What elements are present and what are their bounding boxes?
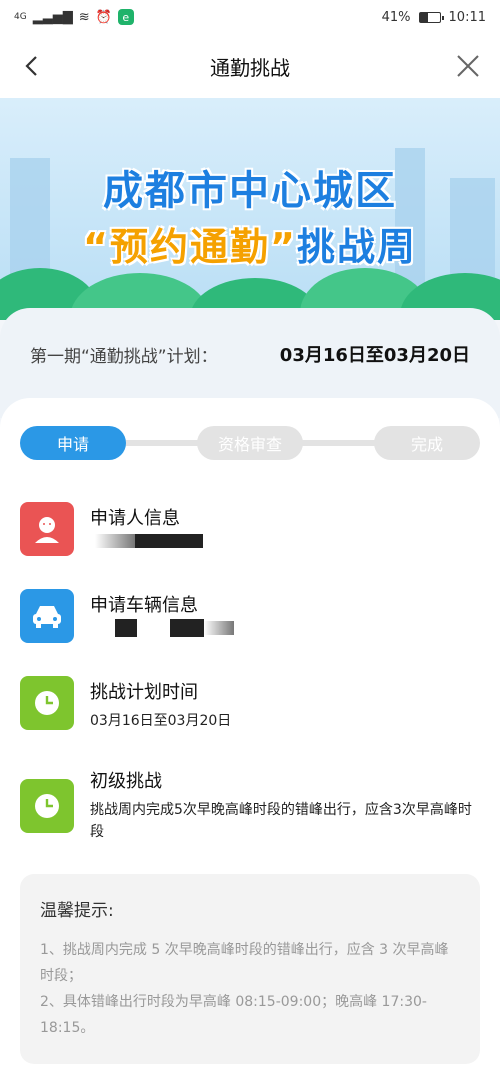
item-title: 申请人信息: [90, 508, 180, 529]
battery-percent: 41%: [381, 9, 411, 25]
banner-title-line2: “预约通勤”挑战周: [0, 216, 500, 271]
chevron-left-icon: [25, 56, 37, 76]
alarm-icon: ⏰: [95, 9, 112, 25]
banner-title-highlight: “预约通勤”: [83, 225, 297, 269]
redacted-text: [170, 619, 204, 637]
challenge-banner: 成都市中心城区 “预约通勤”挑战周: [0, 98, 500, 320]
clock-icon: [35, 794, 59, 818]
tips-title: 温馨提示:: [40, 901, 114, 921]
car-icon-tile: [20, 589, 74, 643]
clock-icon: [35, 691, 59, 715]
clock-time: 10:11: [448, 9, 486, 25]
tip-line: 1、挑战周内完成 5 次早晚高峰时段的错峰出行，应含 3 次早高峰时段；: [40, 942, 449, 984]
tip-line: 2、具体错峰出行时段为早高峰 08:15-09:00；晚高峰 17:30-18:…: [40, 994, 427, 1036]
redacted-text: [204, 621, 234, 635]
status-right: 41% 10:11: [382, 10, 486, 25]
step-apply: 申请: [20, 426, 126, 460]
step-complete: 完成: [374, 426, 480, 460]
item-title: 初级挑战: [90, 771, 162, 792]
battery-icon: [418, 11, 444, 23]
app-badge-icon: e: [117, 9, 134, 25]
banner-title-rest: 挑战周: [296, 225, 417, 269]
list-item-vehicle-info[interactable]: 申请车辆信息: [20, 589, 480, 659]
list-item-applicant-info[interactable]: 申请人信息: [20, 502, 480, 572]
person-icon-tile: [20, 502, 74, 556]
close-button[interactable]: [450, 48, 486, 84]
item-title: 挑战计划时间: [90, 682, 198, 703]
page-title: 通勤挑战: [210, 55, 290, 80]
close-icon: [457, 55, 479, 77]
plan-label: 第一期“通勤挑战”计划：: [30, 347, 218, 367]
tips-box: 温馨提示: 1、挑战周内完成 5 次早晚高峰时段的错峰出行，应含 3 次早高峰时…: [20, 874, 480, 1064]
plan-date-range: 03月16日至03月20日: [279, 345, 470, 366]
car-icon: [33, 606, 61, 628]
status-left: 4G ▂▃▅▇ ≋ ⏰ e: [14, 9, 134, 25]
item-subtitle: 挑战周内完成5次早晚高峰时段的错峰出行，应含3次早高峰时段: [90, 802, 472, 840]
list-item-plan-time[interactable]: 挑战计划时间 03月16日至03月20日: [20, 676, 480, 746]
redacted-text: [135, 534, 203, 548]
step-review: 资格审查: [197, 426, 303, 460]
redacted-text: [95, 534, 135, 548]
signal-icon: ▂▃▅▇: [32, 9, 73, 25]
signal-label: 4G: [14, 12, 27, 22]
battery-fill: [419, 12, 428, 22]
clock-icon-tile: [20, 779, 74, 833]
list-item-basic-challenge[interactable]: 初级挑战 挑战周内完成5次早晚高峰时段的错峰出行，应含3次早高峰时段: [20, 765, 480, 845]
back-button[interactable]: [14, 48, 50, 84]
clock-icon-tile: [20, 676, 74, 730]
application-panel: 申请 资格审查 完成 申请人信息 申请车辆信息 挑战计划时间 03月16日至03…: [0, 398, 500, 1083]
banner-title-line1: 成都市中心城区: [103, 168, 397, 214]
person-icon: [35, 517, 59, 543]
item-title: 申请车辆信息: [90, 595, 198, 616]
wifi-icon: ≋: [78, 9, 90, 25]
status-bar: 4G ▂▃▅▇ ≋ ⏰ e 41% 10:11: [0, 0, 500, 34]
redacted-text: [115, 619, 137, 637]
nav-bar: 通勤挑战: [0, 34, 500, 98]
item-subtitle: 03月16日至03月20日: [90, 713, 232, 729]
